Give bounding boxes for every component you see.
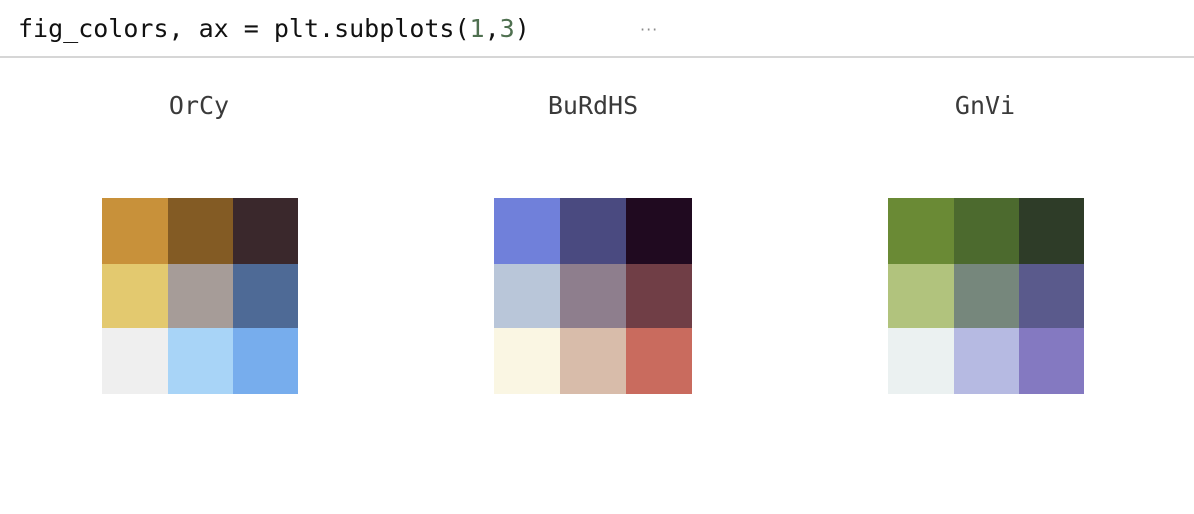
color-swatch xyxy=(888,198,954,264)
color-swatch xyxy=(888,264,954,328)
code-cell[interactable]: fig_colors, ax = plt.subplots(1,3) ··· xyxy=(0,0,1194,58)
color-swatch xyxy=(888,328,954,394)
color-swatch xyxy=(168,198,233,264)
color-swatch xyxy=(494,264,560,328)
color-swatch xyxy=(560,264,626,328)
color-swatch xyxy=(233,198,298,264)
output-area: OrCy BuRdHS GnVi xyxy=(0,60,1194,514)
code-line[interactable]: fig_colors, ax = plt.subplots(1,3) xyxy=(18,12,530,46)
color-swatch xyxy=(102,328,168,394)
code-close-paren: ) xyxy=(514,14,530,43)
color-swatch xyxy=(494,198,560,264)
color-swatch xyxy=(233,328,298,394)
color-swatch xyxy=(1019,198,1084,264)
code-number-rows: 1 xyxy=(469,14,485,43)
code-comma: , xyxy=(484,14,500,43)
color-grid-burdhs xyxy=(494,198,692,394)
color-swatch xyxy=(494,328,560,394)
expand-ellipsis-icon[interactable]: ··· xyxy=(640,20,658,39)
color-grid-orcy xyxy=(102,198,298,394)
color-swatch xyxy=(1019,264,1084,328)
color-swatch xyxy=(168,264,233,328)
subplot-title-burdhs: BuRdHS xyxy=(547,91,639,120)
color-swatch xyxy=(954,264,1019,328)
color-swatch xyxy=(954,328,1019,394)
color-swatch xyxy=(1019,328,1084,394)
color-swatch xyxy=(954,198,1019,264)
code-text: fig_colors, ax = plt.subplots( xyxy=(18,14,470,43)
color-swatch xyxy=(102,198,168,264)
color-swatch xyxy=(560,328,626,394)
color-swatch xyxy=(102,264,168,328)
color-swatch xyxy=(626,198,692,264)
color-swatch xyxy=(560,198,626,264)
subplot-title-gnvi: GnVi xyxy=(954,91,1016,120)
code-number-cols: 3 xyxy=(499,14,515,43)
color-grid-gnvi xyxy=(888,198,1084,394)
subplot-title-orcy: OrCy xyxy=(168,91,230,120)
color-swatch xyxy=(626,264,692,328)
color-swatch xyxy=(168,328,233,394)
color-swatch xyxy=(233,264,298,328)
color-swatch xyxy=(626,328,692,394)
